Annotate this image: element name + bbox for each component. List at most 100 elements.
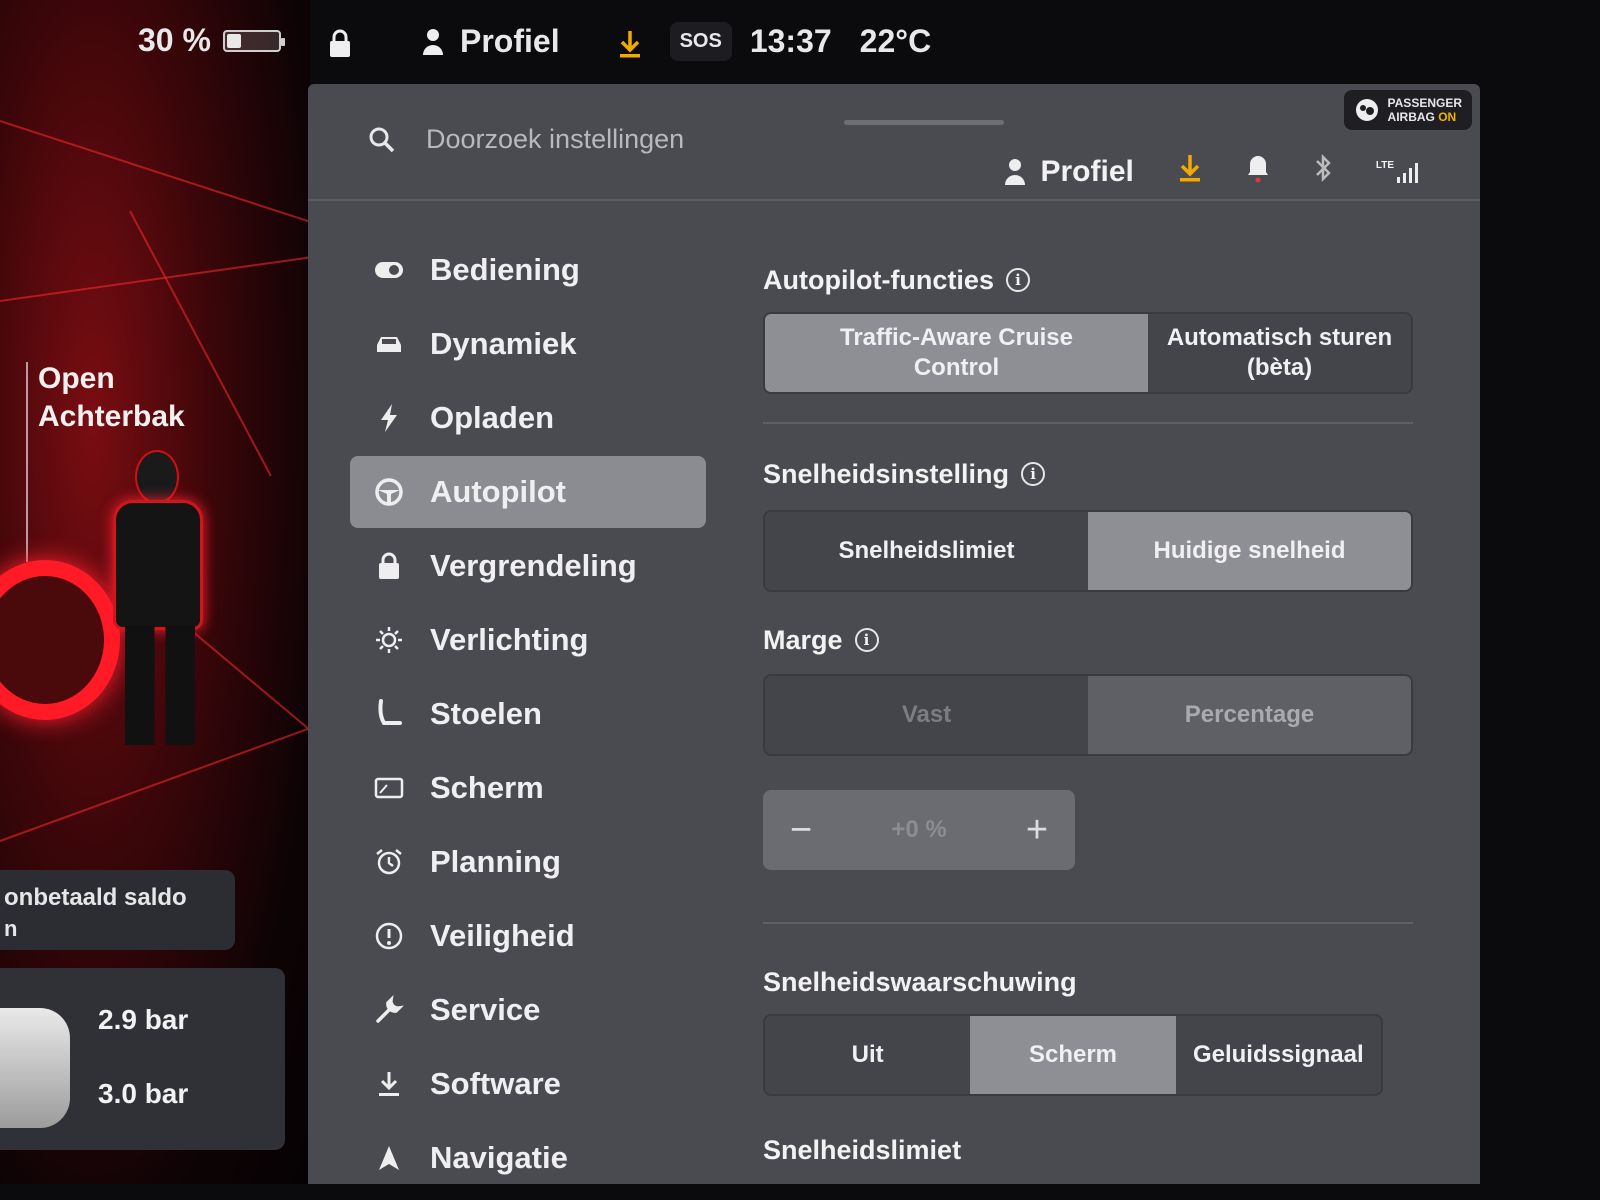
sidebar-item-autopilot[interactable]: Autopilot	[350, 456, 706, 528]
option-display[interactable]: Scherm	[970, 1016, 1176, 1094]
header-profile-label: Profiel	[1040, 155, 1134, 188]
status-profile-button[interactable]: Profiel	[422, 23, 560, 60]
section-title-text: Snelheidswaarschuwing	[763, 966, 1077, 997]
increase-offset-button[interactable]: +	[1017, 809, 1057, 852]
download-icon[interactable]	[618, 23, 642, 60]
option-current-speed[interactable]: Huidige snelheid	[1088, 512, 1411, 590]
info-icon[interactable]: i	[1005, 268, 1030, 292]
sidebar-item-label: Opladen	[430, 400, 555, 435]
sidebar-item-dynamiek[interactable]: Dynamiek	[350, 308, 706, 380]
sos-label: SOS	[679, 30, 722, 52]
grid-line	[0, 120, 310, 224]
passenger-airbag-indicator: PASSENGER AIRBAG ON	[1343, 90, 1472, 130]
sidebar-item-label: Planning	[430, 844, 561, 879]
toggle-icon	[374, 261, 404, 279]
settings-sidebar: Bediening Dynamiek Opladen Autopilot Ver…	[350, 234, 706, 1184]
option-traffic-aware-cruise-control[interactable]: Traffic-Aware Cruise Control	[765, 314, 1148, 392]
open-trunk-button[interactable]: Open Achterbak	[38, 360, 185, 436]
sidebar-item-bediening[interactable]: Bediening	[350, 234, 706, 306]
tire-pressure-card[interactable]: 2.9 bar 3.0 bar	[0, 968, 285, 1150]
airbag-state: ON	[1438, 110, 1457, 124]
figure-legs	[125, 625, 195, 745]
sidebar-item-service[interactable]: Service	[350, 974, 706, 1046]
lte-label: LTE	[1375, 160, 1394, 171]
margin-title: Marge i	[763, 622, 1413, 658]
sidebar-item-label: Verlichting	[430, 622, 589, 657]
sidebar-item-scherm[interactable]: Scherm	[350, 752, 706, 824]
bell-icon[interactable]	[1246, 152, 1270, 192]
tire-pressure-rear: 3.0 bar	[98, 1078, 189, 1109]
section-divider	[763, 922, 1413, 924]
temperature[interactable]: 22°C	[860, 23, 932, 60]
tire-pressure-front: 2.9 bar	[98, 1004, 189, 1035]
autopilot-features-title: Autopilot-functies i	[763, 262, 1413, 298]
car-top-view-icon	[0, 1008, 70, 1128]
bluetooth-icon[interactable]	[1314, 153, 1332, 191]
search-input[interactable]: Doorzoek instellingen	[426, 124, 684, 155]
lte-signal-icon: LTE	[1376, 160, 1420, 184]
person-icon	[423, 28, 443, 55]
sos-button[interactable]: SOS	[669, 22, 732, 61]
figure-head	[135, 450, 179, 504]
section-title-text: Autopilot-functies	[763, 264, 994, 295]
sidebar-item-veiligheid[interactable]: Veiligheid	[350, 900, 706, 972]
option-fixed[interactable]: Vast	[765, 676, 1088, 754]
unpaid-balance-label: onbetaald saldo	[4, 884, 187, 911]
download-icon	[374, 1070, 404, 1098]
sidebar-item-vergrendeling[interactable]: Vergrendeling	[350, 530, 706, 602]
option-speed-limit[interactable]: Snelheidslimiet	[765, 512, 1088, 590]
display-icon	[374, 776, 404, 800]
sidebar-item-planning[interactable]: Planning	[350, 826, 706, 898]
unpaid-balance-card[interactable]: onbetaald saldo n	[0, 870, 235, 950]
sidebar-item-label: Dynamiek	[430, 326, 577, 361]
wrench-icon	[374, 995, 404, 1025]
section-title-text: Snelheidsinstelling	[763, 458, 1010, 489]
easter-egg-figure	[95, 450, 215, 750]
speed-setting-title: Snelheidsinstelling i	[763, 456, 1413, 492]
autopilot-settings: Autopilot-functies i Traffic-Aware Cruis…	[763, 262, 1413, 1168]
download-icon[interactable]	[1178, 153, 1202, 191]
sidebar-item-verlichting[interactable]: Verlichting	[350, 604, 706, 676]
speed-warning-selector: Uit Scherm Geluidssignaal	[763, 1014, 1383, 1096]
alert-circle-icon	[374, 921, 404, 951]
airbag-icon	[1355, 99, 1378, 121]
person-icon	[1005, 159, 1026, 185]
steering-wheel-icon	[374, 477, 404, 507]
option-chime[interactable]: Geluidssignaal	[1176, 1016, 1381, 1094]
car-visualization-panel: Open Achterbak onbetaald saldo n 2.9 bar…	[0, 0, 310, 1200]
sidebar-item-label: Vergrendeling	[430, 548, 637, 583]
speed-warning-title: Snelheidswaarschuwing	[763, 964, 1413, 1000]
battery-status: 30 %	[138, 22, 285, 59]
trunk-indicator-line	[26, 362, 28, 562]
lock-icon	[374, 552, 404, 580]
status-profile-label: Profiel	[460, 23, 560, 59]
sidebar-item-label: Service	[430, 992, 541, 1027]
sidebar-item-navigatie[interactable]: Navigatie	[350, 1122, 706, 1184]
info-icon[interactable]: i	[854, 628, 879, 652]
margin-selector: Vast Percentage	[763, 674, 1413, 756]
header-profile-button[interactable]: Profiel	[1004, 155, 1134, 189]
sidebar-item-software[interactable]: Software	[350, 1048, 706, 1120]
lock-icon[interactable]	[328, 23, 352, 60]
decrease-offset-button[interactable]: −	[781, 809, 821, 852]
sidebar-item-label: Autopilot	[430, 474, 567, 509]
option-off[interactable]: Uit	[765, 1016, 970, 1094]
car-icon	[374, 333, 404, 355]
figure-body	[113, 500, 203, 630]
offset-value: +0 %	[891, 816, 947, 843]
settings-search[interactable]: Doorzoek instellingen	[368, 124, 684, 155]
sidebar-item-label: Veiligheid	[430, 918, 575, 953]
sun-icon	[374, 625, 404, 655]
battery-icon	[222, 29, 285, 52]
trunk-label-line1: Open	[38, 362, 115, 395]
settings-screen: PASSENGER AIRBAG ON Doorzoek instellinge…	[308, 84, 1480, 1184]
alarm-clock-icon	[374, 847, 404, 877]
sidebar-item-opladen[interactable]: Opladen	[350, 382, 706, 454]
option-percentage[interactable]: Percentage	[1088, 676, 1411, 754]
info-icon[interactable]: i	[1021, 462, 1046, 486]
sidebar-item-label: Navigatie	[430, 1140, 568, 1175]
option-autosteer[interactable]: Automatisch sturen (bèta)	[1148, 314, 1411, 392]
drag-handle[interactable]	[844, 120, 1004, 125]
seat-icon	[374, 699, 404, 729]
sidebar-item-stoelen[interactable]: Stoelen	[350, 678, 706, 750]
